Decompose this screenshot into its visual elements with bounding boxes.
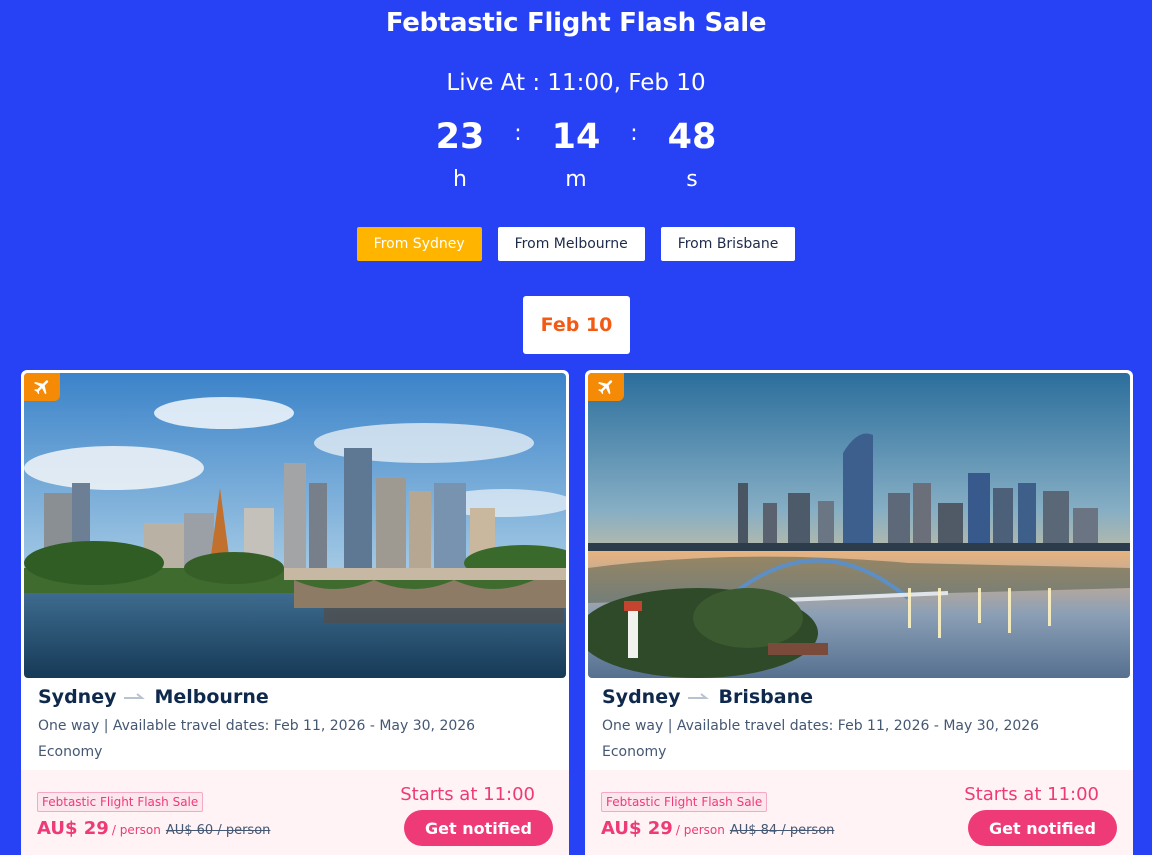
starts-at-text: Starts at 11:00	[400, 784, 535, 805]
sale-price: AU$ 29	[601, 818, 673, 839]
arrow-right-icon	[680, 693, 718, 701]
sale-tag: Febtastic Flight Flash Sale	[37, 792, 204, 812]
get-notified-button[interactable]: Get notified	[404, 810, 553, 846]
price-line: AU$ 29 / person AU$ 84 / person	[601, 818, 834, 839]
cabin-class: Economy	[602, 744, 667, 760]
melbourne-skyline-image	[24, 373, 566, 678]
countdown-separator: :	[630, 121, 638, 146]
destination-city: Brisbane	[718, 686, 813, 708]
per-person-label: / person	[111, 823, 161, 837]
hours-label: h	[453, 167, 467, 192]
tab-from-sydney[interactable]: From Sydney	[356, 227, 482, 261]
sale-price: AU$ 29	[37, 818, 109, 839]
route-title: Sydney Melbourne	[38, 686, 269, 708]
countdown-separator: :	[514, 121, 522, 146]
minutes-label: m	[565, 167, 587, 192]
page-title: Febtastic Flight Flash Sale	[385, 8, 767, 38]
cabin-class: Economy	[38, 744, 103, 760]
countdown-hours: 23 h	[420, 115, 500, 195]
plane-icon	[588, 373, 624, 401]
original-price: AU$ 60 / person	[165, 823, 271, 838]
destination-city: Melbourne	[154, 686, 269, 708]
minutes-value: 14	[551, 117, 601, 157]
countdown-timer: 23 h : 14 m : 48 s	[0, 115, 1152, 195]
price-line: AU$ 29 / person AU$ 60 / person	[37, 818, 270, 839]
starts-at-text: Starts at 11:00	[964, 784, 1099, 805]
hours-value: 23	[435, 117, 485, 157]
origin-city: Sydney	[602, 686, 681, 708]
get-notified-button[interactable]: Get notified	[968, 810, 1117, 846]
deal-card-brisbane[interactable]: Sydney Brisbane One way | Available trav…	[585, 370, 1133, 855]
tab-from-brisbane[interactable]: From Brisbane	[660, 227, 796, 261]
brisbane-skyline-image	[588, 373, 1130, 678]
route-title: Sydney Brisbane	[602, 686, 813, 708]
price-section: Febtastic Flight Flash Sale AU$ 29 / per…	[585, 770, 1133, 855]
per-person-label: / person	[675, 823, 725, 837]
countdown-seconds: 48 s	[652, 115, 732, 195]
origin-tabs: From Sydney From Melbourne From Brisbane	[0, 227, 1152, 261]
tab-from-melbourne[interactable]: From Melbourne	[497, 227, 645, 261]
countdown-minutes: 14 m	[536, 115, 616, 195]
deal-card-melbourne[interactable]: Sydney Melbourne One way | Available tra…	[21, 370, 569, 855]
arrow-right-icon	[116, 693, 154, 701]
date-chip-feb-10[interactable]: Feb 10	[523, 296, 630, 354]
original-price: AU$ 84 / person	[729, 823, 835, 838]
seconds-label: s	[686, 167, 698, 192]
sale-tag: Febtastic Flight Flash Sale	[601, 792, 768, 812]
seconds-value: 48	[667, 117, 717, 157]
plane-icon	[24, 373, 60, 401]
travel-details: One way | Available travel dates: Feb 11…	[38, 718, 476, 734]
travel-details: One way | Available travel dates: Feb 11…	[602, 718, 1040, 734]
price-section: Febtastic Flight Flash Sale AU$ 29 / per…	[21, 770, 569, 855]
live-at-text: Live At : 11:00, Feb 10	[446, 70, 706, 96]
origin-city: Sydney	[38, 686, 117, 708]
